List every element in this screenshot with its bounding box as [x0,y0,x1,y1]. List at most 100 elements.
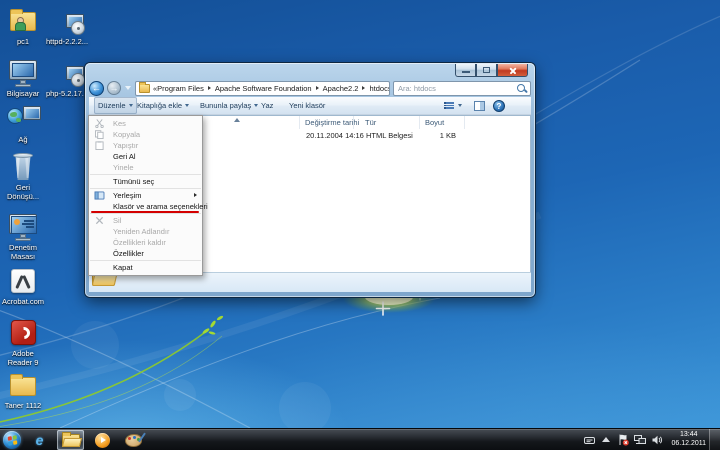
share-with-button[interactable]: Bununla paylaş [196,97,262,114]
explorer-folder-icon [62,434,80,447]
desktop-icon-label: pc1 [1,37,45,46]
input-device-icon[interactable] [583,433,595,447]
window-titlebar[interactable] [85,63,535,79]
taskbar-paint[interactable] [120,430,147,450]
history-dropdown-icon[interactable] [125,86,131,90]
search-input[interactable] [394,84,516,93]
desktop-icon-adobe-reader[interactable]: Adobe Reader 9 [1,318,45,367]
desktop-icon-recycle-bin[interactable]: Geri Dönüşü... [1,152,45,201]
control-panel-icon [1,212,45,242]
edit-menu-dropdown: Kes Kopyala Yapıştır Geri Al Yinele Tümü… [88,115,203,276]
menu-item-close[interactable]: Kapat [89,262,202,273]
action-center-icon[interactable] [617,433,629,447]
breadcrumb-segment[interactable]: Program Files [157,84,204,93]
delete-icon [94,216,105,225]
show-hidden-icons[interactable] [600,433,612,447]
layout-icon [94,191,105,200]
show-desktop-button[interactable] [709,429,720,450]
maximize-icon [483,67,490,73]
column-header-modified[interactable]: Değiştirme tarihi [305,118,359,127]
taskbar-internet-explorer[interactable]: e [26,430,53,450]
installer-icon [45,58,89,88]
menu-item-cut: Kes [89,118,202,129]
views-dropdown-icon[interactable] [458,104,462,107]
computer-icon [1,58,45,88]
network-icon [1,104,45,134]
search-box[interactable] [393,81,531,96]
breadcrumb-arrow-icon[interactable] [208,86,211,90]
taskbar-windows-explorer[interactable] [57,430,84,450]
system-tray: 13:44 06.12.2011 [583,429,706,450]
taskbar-clock[interactable]: 13:44 06.12.2011 [671,431,706,449]
desktop-icon-denetim-masasi[interactable]: Denetim Masası [1,212,45,261]
windows-logo-icon [7,435,17,446]
breadcrumb-arrow-icon[interactable] [316,86,319,90]
desktop-icon-label: Taner 1112 [1,401,45,410]
start-button[interactable] [3,431,21,449]
recycle-bin-icon [1,152,45,182]
breadcrumb[interactable]: « Program Files Apache Software Foundati… [135,81,390,96]
breadcrumb-arrow-icon[interactable] [362,86,365,90]
menu-item-undo[interactable]: Geri Al [89,151,202,162]
breadcrumb-segment[interactable]: Apache Software Foundation [215,84,312,93]
red-underline-annotation [91,211,199,213]
minimize-button[interactable] [455,64,476,77]
menu-item-copy: Kopyala [89,129,202,140]
desktop-icon-httpd[interactable]: httpd-2.2.2... [45,6,89,46]
menu-item-layout[interactable]: Yerleşim [89,190,202,201]
maximize-button[interactable] [476,64,497,77]
menu-item-folder-and-search-options[interactable]: Klasör ve arama seçenekleri [89,201,202,212]
command-bar: Düzenle Kitaplığa ekle Bununla paylaş Ya… [89,97,531,115]
column-header-type[interactable]: Tür [365,118,376,127]
menu-item-rename: Yeniden Adlandır [89,226,202,237]
menu-separator [90,188,201,189]
taskbar-media-player[interactable] [89,430,116,450]
copy-icon [94,130,105,139]
cut-icon [94,119,105,128]
menu-item-paste: Yapıştır [89,140,202,151]
column-header-size[interactable]: Boyut [425,118,444,127]
network-icon[interactable] [634,433,646,447]
add-to-library-button[interactable]: Kitaplığa ekle [133,97,193,114]
menu-separator [90,213,201,214]
search-icon[interactable] [516,83,527,94]
desktop-icon-acrobat-com[interactable]: Acrobat.com [1,266,45,306]
breadcrumb-segment[interactable]: Apache2.2 [323,84,359,93]
help-icon[interactable]: ? [493,100,505,112]
breadcrumb-segment[interactable]: htdocs [369,84,390,93]
close-button[interactable] [497,64,528,77]
installer-icon [45,6,89,36]
media-player-icon [95,433,110,448]
desktop-icon-label: httpd-2.2.2... [45,37,89,46]
menu-separator [90,260,201,261]
menu-item-select-all[interactable]: Tümünü seç [89,176,202,187]
desktop-icon-bilgisayar[interactable]: Bilgisayar [1,58,45,98]
volume-icon[interactable] [651,433,663,447]
desktop-icon-label: Adobe Reader 9 [1,349,45,367]
desktop-icon-label: Geri Dönüşü... [1,183,45,201]
print-button[interactable]: Yaz [257,97,277,114]
preview-pane-icon[interactable] [474,101,485,111]
menu-item-redo: Yinele [89,162,202,173]
folder-icon [139,84,150,93]
desktop-icon-label: Ağ [1,135,45,144]
views-icon[interactable] [444,102,454,110]
back-button[interactable]: ← [89,81,104,96]
submenu-arrow-icon [194,193,197,197]
desktop-icon-php[interactable]: php-5.2.17... [45,58,89,98]
paint-icon [125,434,142,447]
desktop-icon-ag[interactable]: Ağ [1,104,45,144]
taskbar: e 13:44 [0,428,720,450]
new-folder-button[interactable]: Yeni klasör [285,97,329,114]
paste-icon [94,141,105,150]
edit-menu-button[interactable]: Düzenle [94,97,137,114]
acrobat-icon [1,266,45,296]
desktop-icon-taner-folder[interactable]: Taner 1112 [1,374,45,410]
desktop-icon-pc1[interactable]: pc1 [1,6,45,46]
menu-item-properties[interactable]: Özellikler [89,248,202,259]
desktop-icon-label: Denetim Masası [1,243,45,261]
forward-button[interactable]: → [107,81,121,95]
chevron-down-icon [185,104,189,107]
shared-folder-icon [1,6,45,36]
adobe-reader-icon [1,318,45,348]
